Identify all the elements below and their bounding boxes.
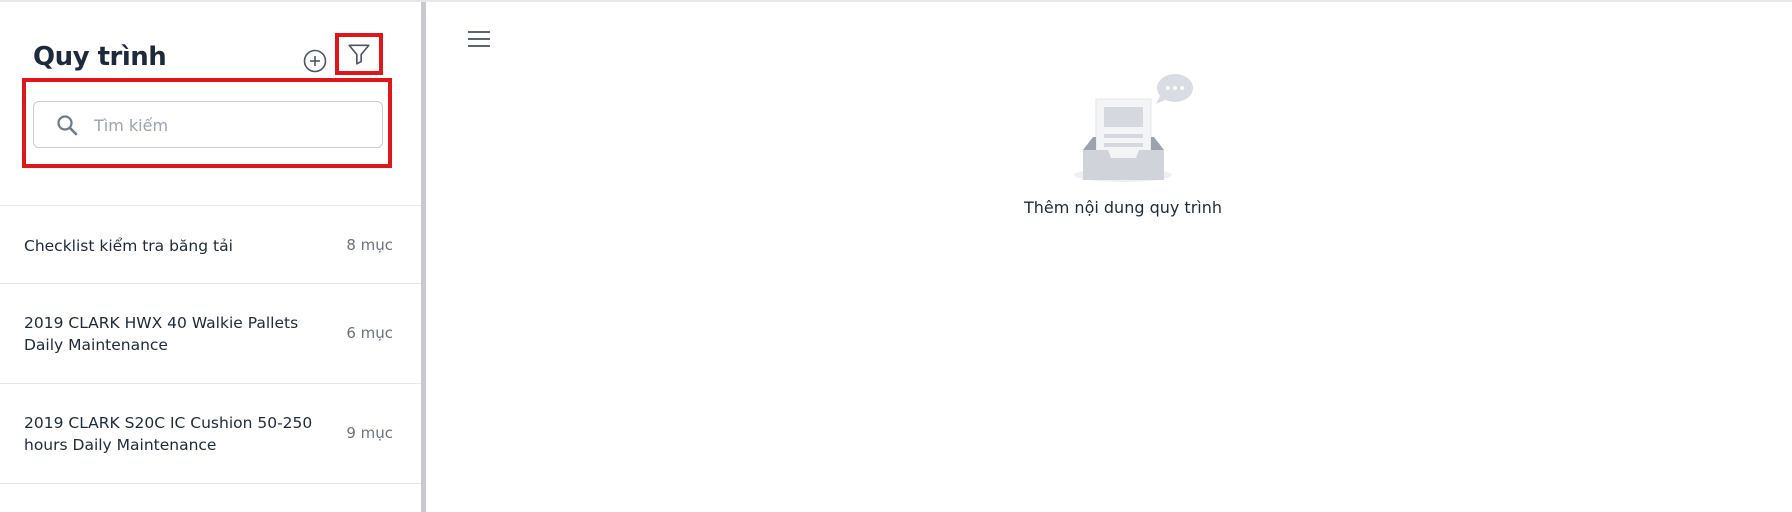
search-field[interactable] — [33, 101, 383, 149]
list-item-count: 8 mục — [346, 236, 393, 254]
list-item-name: Checklist kiểm tra băng tải — [24, 237, 233, 255]
process-list: Checklist kiểm tra băng tải 8 mục 2019 C… — [0, 205, 421, 483]
list-item-name: 2019 CLARK S20C IC Cushion 50-250 hours … — [24, 414, 313, 454]
app-window: Quy trình Checklist kiểm tra băng tải — [0, 0, 1792, 512]
page-title: Quy trình — [33, 42, 167, 72]
filter-icon — [348, 44, 370, 65]
empty-state-text: Thêm nội dung quy trình — [1024, 198, 1222, 217]
filter-button[interactable] — [335, 33, 383, 75]
empty-inbox-icon — [1074, 74, 1193, 182]
list-item-name: 2019 CLARK HWX 40 Walkie Pallets Daily M… — [24, 314, 299, 354]
hamburger-menu-icon — [468, 31, 490, 47]
list-item[interactable]: Checklist kiểm tra băng tải 8 mục — [0, 205, 421, 283]
add-process-button[interactable] — [303, 49, 327, 73]
search-icon — [57, 115, 78, 136]
sidebar-resize-handle[interactable] — [421, 2, 426, 512]
list-item[interactable]: 2019 CLARK S20C IC Cushion 50-250 hours … — [0, 383, 421, 483]
list-item-count: 6 mục — [346, 324, 393, 342]
list-item-count: 9 mục — [346, 424, 393, 442]
sidebar: Quy trình Checklist kiểm tra băng tải — [0, 2, 421, 512]
list-item[interactable]: 2019 CLARK HWX 40 Walkie Pallets Daily M… — [0, 283, 421, 383]
list-divider — [0, 483, 421, 484]
search-input[interactable] — [92, 102, 376, 149]
menu-button[interactable] — [466, 28, 492, 50]
plus-circle-icon — [303, 49, 327, 73]
